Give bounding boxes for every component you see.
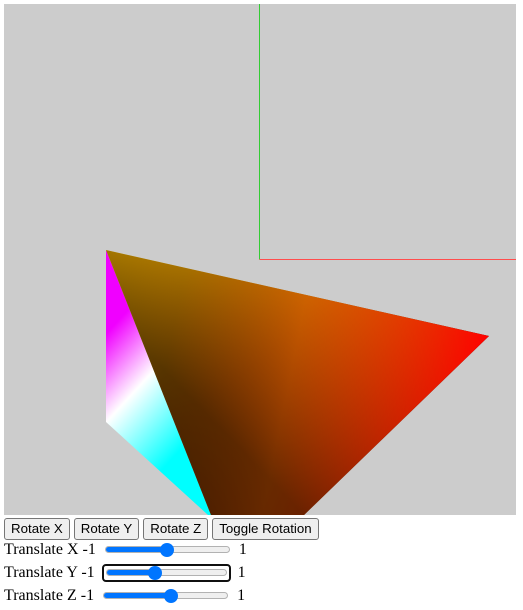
translate-y-label: Translate Y -1 — [4, 564, 95, 581]
slider-fill — [106, 570, 155, 575]
translate-x-slider[interactable] — [103, 541, 232, 559]
slider-thumb[interactable] — [164, 589, 179, 603]
rotate-z-button[interactable]: Rotate Z — [143, 518, 209, 540]
slider-thumb[interactable] — [160, 543, 175, 557]
slider-fill — [105, 547, 168, 552]
translate-z-label: Translate Z -1 — [4, 587, 95, 604]
translate-z-max-label: 1 — [237, 587, 246, 604]
scene-svg — [106, 4, 516, 515]
translate-z-row: Translate Z -1 1 — [4, 585, 245, 607]
translate-z-slider[interactable] — [101, 587, 230, 605]
translate-y-max-label: 1 — [237, 564, 246, 581]
translate-x-max-label: 1 — [238, 541, 247, 558]
translate-y-slider[interactable] — [101, 564, 231, 582]
rotate-y-button[interactable]: Rotate Y — [73, 518, 140, 540]
translate-x-label: Translate X -1 — [4, 541, 96, 558]
tetrahedron-front-face-dark — [106, 250, 489, 515]
slider-fill — [104, 593, 172, 598]
rotation-controls: Rotate X Rotate Y Rotate Z Toggle Rotati… — [4, 518, 319, 540]
webgl-canvas[interactable] — [4, 4, 516, 515]
slider-track — [105, 569, 227, 576]
slider-thumb[interactable] — [148, 566, 163, 580]
toggle-rotation-button[interactable]: Toggle Rotation — [212, 518, 319, 540]
translate-y-row: Translate Y -1 1 — [4, 562, 246, 584]
translate-x-row: Translate X -1 1 — [4, 539, 247, 561]
rotate-x-button[interactable]: Rotate X — [4, 518, 70, 540]
